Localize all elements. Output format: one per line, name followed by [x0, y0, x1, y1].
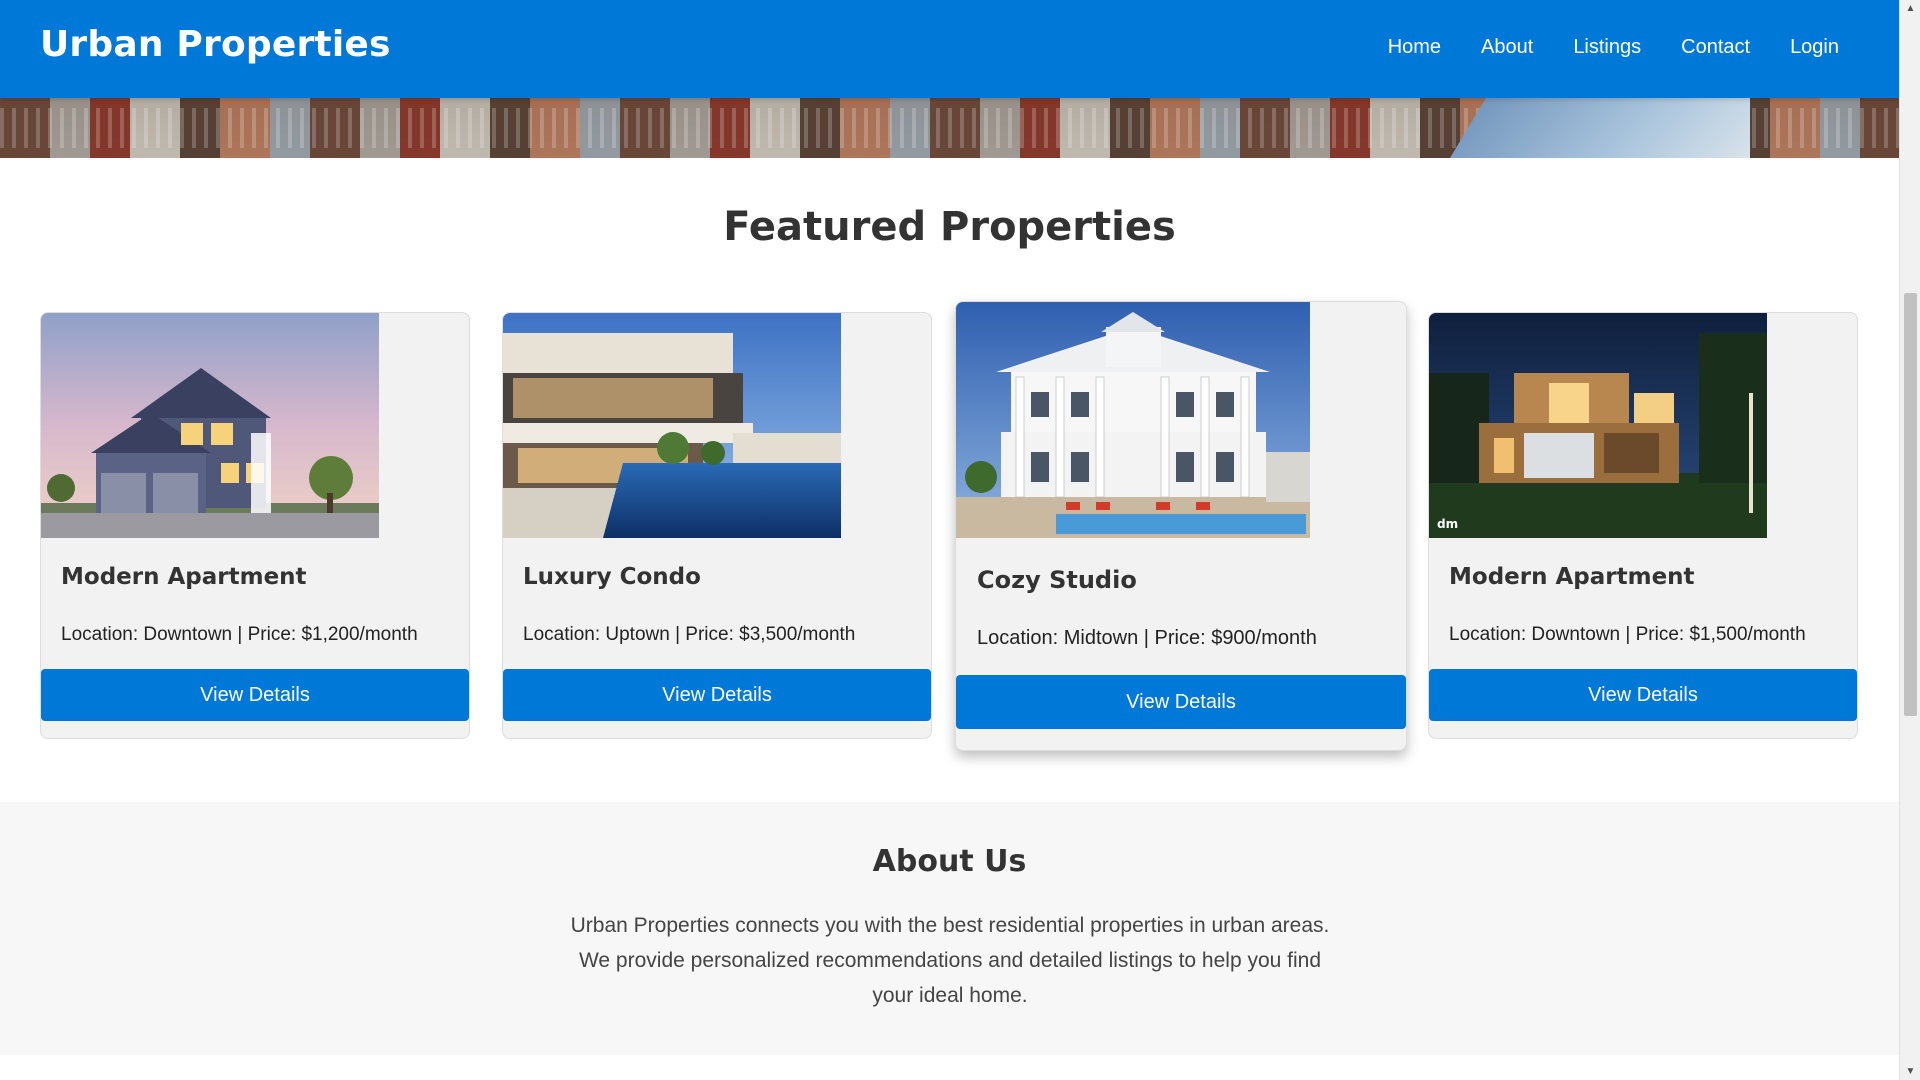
about-title: About Us	[872, 844, 1027, 879]
property-meta: Location: Downtown | Price: $1,500/month	[1449, 624, 1806, 645]
page-scrollbar[interactable]: ▲ ▼	[1899, 0, 1920, 1080]
property-photo-modern-house-night: dm	[1429, 313, 1767, 538]
about-text: Urban Properties connects you with the b…	[570, 914, 1330, 1007]
property-title: Modern Apartment	[61, 564, 307, 590]
property-meta: Location: Midtown | Price: $900/month	[977, 627, 1317, 649]
property-title: Luxury Condo	[523, 564, 701, 590]
hero-city-image	[0, 98, 1899, 158]
nav-home-link[interactable]: Home	[1388, 36, 1441, 59]
nav-listings-link[interactable]: Listings	[1573, 36, 1641, 59]
brand-logo[interactable]: Urban Properties	[40, 24, 391, 65]
view-details-button[interactable]: View Details	[41, 669, 469, 721]
property-title: Modern Apartment	[1449, 564, 1695, 590]
property-card: Modern Apartment Location: Downtown | Pr…	[40, 312, 470, 739]
property-meta: Location: Uptown | Price: $3,500/month	[523, 624, 856, 645]
site-header: Urban Properties Home About Listings Con…	[0, 0, 1899, 98]
about-section: About Us Urban Properties connects you w…	[0, 802, 1899, 1055]
nav-about-link[interactable]: About	[1481, 36, 1533, 59]
page: Urban Properties Home About Listings Con…	[0, 0, 1899, 1080]
property-photo-modern-villa	[503, 313, 841, 538]
view-details-button[interactable]: View Details	[956, 675, 1406, 729]
property-card: dm Modern Apartment Location: Downtown |…	[1428, 312, 1858, 739]
property-title: Cozy Studio	[977, 566, 1137, 594]
nav-contact-link[interactable]: Contact	[1681, 36, 1750, 59]
property-card: Cozy Studio Location: Midtown | Price: $…	[955, 301, 1407, 751]
property-card: Luxury Condo Location: Uptown | Price: $…	[502, 312, 932, 739]
view-details-button[interactable]: View Details	[1429, 669, 1857, 721]
featured-title: Featured Properties	[723, 204, 1176, 250]
property-photo-colonial-house	[956, 302, 1310, 538]
svg-text:dm: dm	[1437, 517, 1458, 531]
nav-login-link[interactable]: Login	[1790, 36, 1839, 59]
property-meta: Location: Downtown | Price: $1,200/month	[61, 624, 418, 645]
main-nav: Home About Listings Contact Login	[1388, 36, 1839, 59]
property-photo-suburban-house	[41, 313, 379, 538]
scroll-down-arrow-icon[interactable]: ▼	[1900, 1063, 1920, 1080]
view-details-button[interactable]: View Details	[503, 669, 931, 721]
scroll-up-arrow-icon[interactable]: ▲	[1900, 0, 1920, 17]
scrollbar-thumb[interactable]	[1904, 293, 1917, 716]
